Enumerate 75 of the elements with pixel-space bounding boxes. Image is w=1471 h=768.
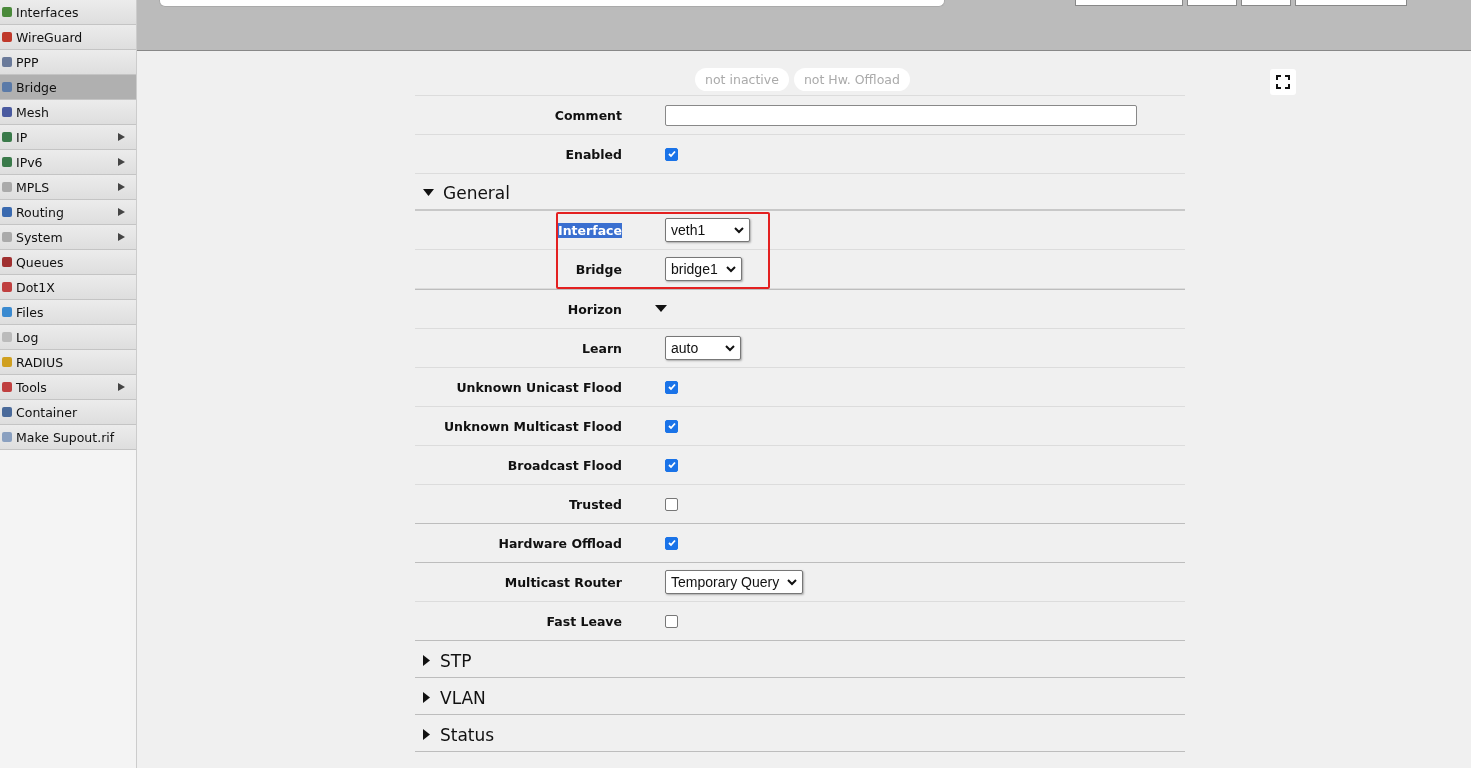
sidebar-item[interactable]: Mesh	[0, 100, 136, 125]
sidebar-item[interactable]: System	[0, 225, 136, 250]
square-icon	[1, 431, 13, 443]
field-label: Broadcast Flood	[507, 457, 622, 473]
sidebar-item[interactable]: IPv6	[0, 150, 136, 175]
field-label: Horizon	[567, 301, 622, 317]
section-header[interactable]: STP	[415, 641, 1185, 678]
field-label: Trusted	[568, 496, 622, 512]
sidebar-item[interactable]: Queues	[0, 250, 136, 275]
fullscreen-icon[interactable]	[1270, 69, 1296, 95]
field-label: Fast Leave	[546, 613, 622, 629]
checkbox[interactable]	[665, 614, 678, 628]
sidebar-item[interactable]: Bridge	[0, 75, 136, 100]
sidebar-item[interactable]: Tools	[0, 375, 136, 400]
square-icon	[1, 131, 13, 143]
sidebar-item[interactable]: IP	[0, 125, 136, 150]
square-icon	[1, 231, 13, 243]
field-label: Multicast Router	[504, 574, 622, 590]
square-icon	[1, 206, 13, 218]
checkbox[interactable]	[665, 419, 678, 433]
square-icon	[1, 331, 13, 343]
checkbox[interactable]	[665, 497, 678, 511]
field-label: Comment	[554, 107, 622, 123]
field-label: Unknown Multicast Flood	[443, 418, 622, 434]
sidebar-item[interactable]: PPP	[0, 50, 136, 75]
comment-field[interactable]	[665, 104, 1137, 126]
field-label: Bridge	[575, 261, 622, 277]
selected-field-label: Interface	[558, 222, 622, 238]
caret-right-icon	[423, 655, 431, 666]
checkbox[interactable]	[665, 380, 678, 394]
caret-down-icon	[423, 189, 434, 197]
checkbox[interactable]	[665, 147, 678, 161]
square-icon	[1, 406, 13, 418]
section-header[interactable]: Status	[415, 715, 1185, 752]
section-header[interactable]: VLAN	[415, 678, 1185, 715]
chevron-down-icon	[725, 344, 735, 352]
field-label: Learn	[582, 340, 622, 356]
caret-right-icon	[423, 729, 431, 740]
square-icon	[1, 106, 13, 118]
dropdown[interactable]: auto	[665, 336, 741, 360]
field-label: Hardware Offload	[498, 535, 622, 551]
square-icon	[1, 281, 13, 293]
sidebar-item[interactable]: RADIUS	[0, 350, 136, 375]
square-icon	[1, 156, 13, 168]
square-icon	[1, 31, 13, 43]
square-icon	[1, 381, 13, 393]
chevron-down-icon	[734, 226, 744, 234]
chevron-down-icon	[725, 265, 736, 273]
sidebar-item[interactable]: Container	[0, 400, 136, 425]
chevron-down-icon	[787, 578, 798, 586]
checkbox[interactable]	[665, 536, 678, 550]
sidebar-item[interactable]: MPLS	[0, 175, 136, 200]
sidebar-item[interactable]: Dot1X	[0, 275, 136, 300]
square-icon	[1, 56, 13, 68]
checkbox[interactable]	[665, 458, 678, 472]
dropdown[interactable]: bridge1	[665, 257, 742, 281]
sidebar-item[interactable]: Make Supout.rif	[0, 425, 136, 450]
field-label: Unknown Unicast Flood	[456, 379, 622, 395]
square-icon	[1, 256, 13, 268]
square-icon	[1, 6, 13, 18]
sidebar-item[interactable]: WireGuard	[0, 25, 136, 50]
square-icon	[1, 81, 13, 93]
caret-down-icon[interactable]	[655, 305, 667, 313]
square-icon	[1, 356, 13, 368]
dropdown[interactable]: veth1	[665, 218, 750, 242]
square-icon	[1, 181, 13, 193]
square-icon	[1, 306, 13, 318]
sidebar-item[interactable]: Interfaces	[0, 0, 136, 25]
dropdown[interactable]: Temporary Query	[665, 570, 804, 594]
sidebar-item[interactable]: Log	[0, 325, 136, 350]
sidebar-item[interactable]: Files	[0, 300, 136, 325]
sidebar-item[interactable]: Routing	[0, 200, 136, 225]
field-label: Enabled	[565, 146, 622, 162]
caret-right-icon	[423, 692, 431, 703]
section-header[interactable]: General	[415, 174, 1185, 211]
